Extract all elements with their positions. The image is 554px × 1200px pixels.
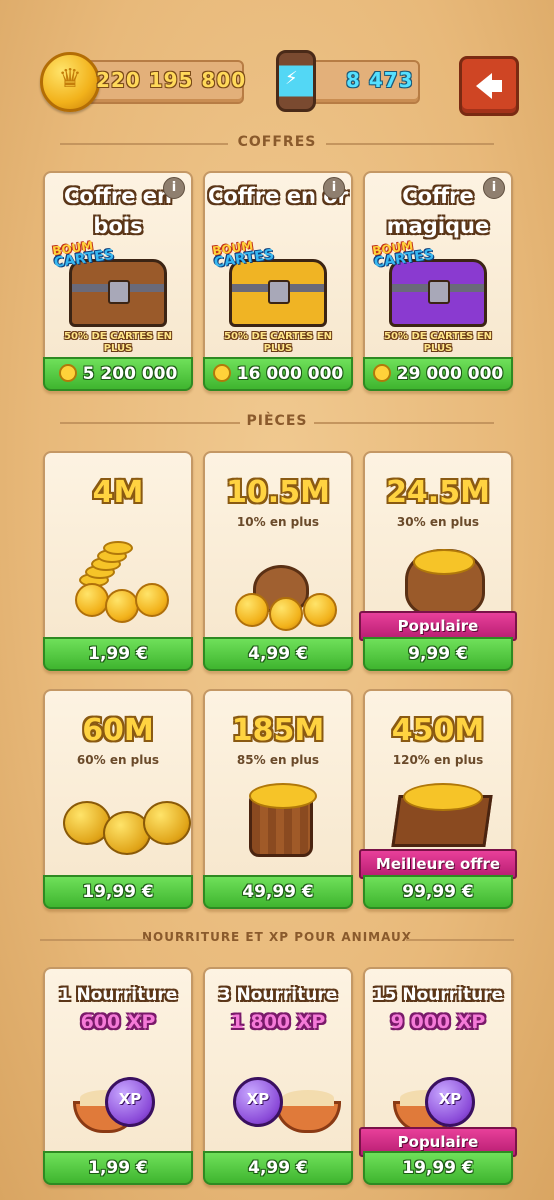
chest-price: 29 000 000: [396, 364, 504, 384]
pet-food-title: 1 Nourriture: [58, 985, 178, 1005]
chest-price-button[interactable]: 29 000 000: [363, 357, 513, 391]
chest-icon: [229, 259, 327, 327]
pet-food-price-button[interactable]: 4,99 €: [203, 1151, 353, 1185]
chest-price-button[interactable]: 5 200 000: [43, 357, 193, 391]
coin-icon: [372, 364, 391, 382]
coin-pile-icon: [205, 453, 351, 643]
chest-bonus-text: 50% DE CARTES EN PLUS: [224, 331, 332, 354]
pet-food-card[interactable]: 15 Nourriture 9 000 XP XP Populaire 19,99 €: [359, 967, 517, 1185]
top-bar: 220 195 800 8 473: [0, 0, 554, 120]
coin-pack-card[interactable]: 4M 1,99 €: [43, 451, 193, 671]
info-icon[interactable]: i: [483, 177, 505, 199]
coin-pack-card[interactable]: 450M 120% en plus Meilleure offre 99,99 €: [359, 689, 517, 909]
chest-price: 5 200 000: [82, 364, 178, 384]
xp-potion-icon: XP: [105, 1077, 155, 1127]
xp-potion-label: XP: [246, 1090, 270, 1108]
pet-food-title: 15 Nourriture: [372, 985, 504, 1005]
xp-potion-icon: XP: [425, 1077, 475, 1127]
spin-capsule-icon: [276, 50, 316, 112]
coin-balance: 220 195 800: [96, 68, 247, 92]
chest-icon: [69, 259, 167, 327]
chest-icon: [389, 259, 487, 327]
pet-xp-amount: 1 800 XP: [230, 1011, 326, 1033]
pet-xp-amount: 9 000 XP: [390, 1011, 486, 1033]
coin-icon: [212, 364, 231, 382]
coin-pack-price-button[interactable]: 49,99 €: [203, 875, 353, 909]
pet-food-title: 3 Nourriture: [218, 985, 338, 1005]
food-bowl-icon: [275, 1090, 341, 1133]
coin-pack-price-button[interactable]: 9,99 €: [363, 637, 513, 671]
coin-pack-card[interactable]: 60M 60% en plus 19,99 €: [43, 689, 193, 909]
section-title-coins: PIÈCES: [0, 413, 554, 429]
coin-pack-price-button[interactable]: 1,99 €: [43, 637, 193, 671]
xp-potion-label: XP: [118, 1090, 142, 1108]
coin-icon: [40, 52, 100, 112]
coin-pile-icon: [45, 453, 191, 643]
chest-card[interactable]: Coffre en bois i BOUM CARTES 50% DE CARTES E…: [43, 171, 193, 391]
back-button[interactable]: [459, 56, 519, 116]
xp-potion-icon: XP: [233, 1077, 283, 1127]
coin-pack-card[interactable]: 10.5M 10% en plus 4,99 €: [203, 451, 353, 671]
pet-food-card[interactable]: 1 Nourriture 600 XP XP 1,99 €: [43, 967, 193, 1185]
coin-pack-price-button[interactable]: 99,99 €: [363, 875, 513, 909]
coin-icon: [58, 364, 77, 382]
chest-card[interactable]: Coffre en or i BOUM CARTES 50% DE CARTES EN …: [203, 171, 353, 391]
section-title-pet-food: NOURRITURE ET XP POUR ANIMAUX: [0, 930, 554, 944]
pet-food-price-button[interactable]: 19,99 €: [363, 1151, 513, 1185]
chest-bonus-text: 50% DE CARTES EN PLUS: [64, 331, 172, 354]
coin-pack-price-button[interactable]: 19,99 €: [43, 875, 193, 909]
pet-food-card[interactable]: 3 Nourriture 1 800 XP XP 4,99 €: [203, 967, 353, 1185]
coin-pack-price-button[interactable]: 4,99 €: [203, 637, 353, 671]
coin-pack-card[interactable]: 185M 85% en plus 49,99 €: [203, 689, 353, 909]
chest-price: 16 000 000: [236, 364, 344, 384]
coin-pack-card[interactable]: 24.5M 30% en plus Populaire 9,99 €: [359, 451, 517, 671]
info-icon[interactable]: i: [323, 177, 345, 199]
coin-pile-icon: [45, 691, 191, 881]
spin-balance: 8 473: [346, 68, 414, 92]
coin-pile-icon: [205, 691, 351, 881]
section-title-chests: COFFRES: [0, 134, 554, 150]
xp-potion-label: XP: [438, 1090, 462, 1108]
pet-xp-amount: 600 XP: [80, 1011, 156, 1033]
chest-price-button[interactable]: 16 000 000: [203, 357, 353, 391]
pet-food-price-button[interactable]: 1,99 €: [43, 1151, 193, 1185]
info-icon[interactable]: i: [163, 177, 185, 199]
chest-card[interactable]: Coffre magique i BOUM CARTES 50% DE CARTES E…: [363, 171, 513, 391]
chest-bonus-text: 50% DE CARTES EN PLUS: [384, 331, 492, 354]
